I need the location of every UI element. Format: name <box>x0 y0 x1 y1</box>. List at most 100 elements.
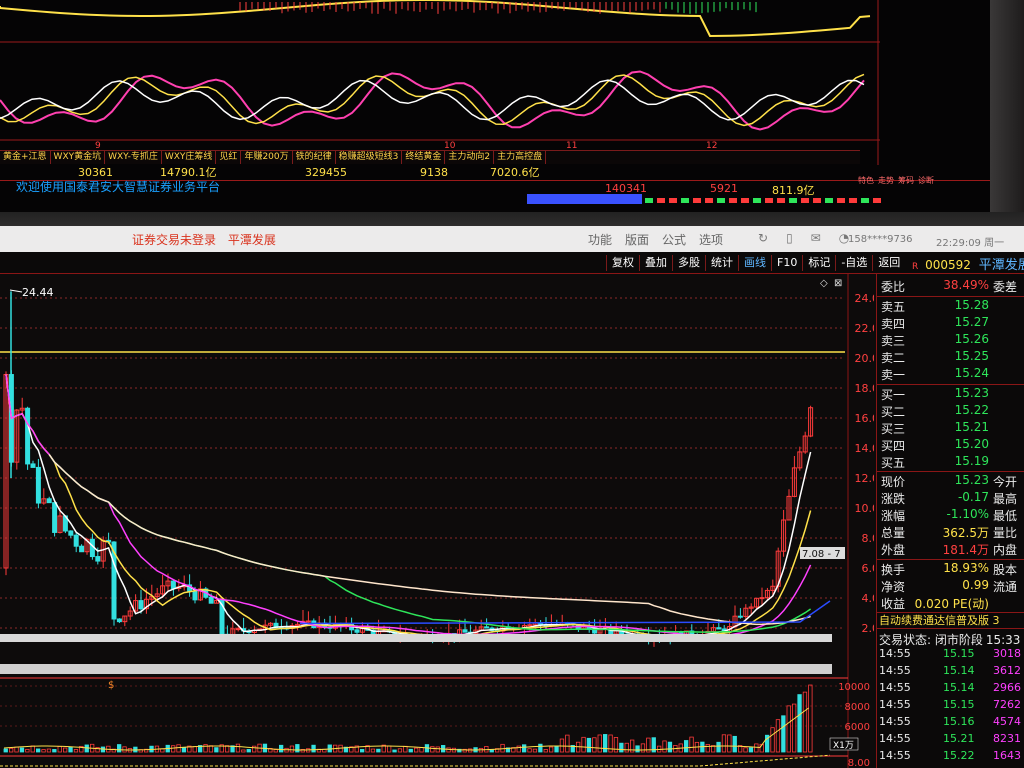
toolbar-button[interactable]: 画线 <box>738 255 771 271</box>
tick-row: 14:55 15.21 8231 <box>877 732 1024 749</box>
tick-volume: 1643 <box>993 749 1021 762</box>
indicator-tab[interactable]: WXY黄金坑 <box>51 151 106 164</box>
indicator-tab[interactable]: 主力高控盘 <box>494 151 547 164</box>
separator <box>877 471 1024 472</box>
toolbar-button[interactable]: 叠加 <box>639 255 672 271</box>
indicator-tab[interactable]: 黄金+江恩 <box>0 151 51 164</box>
candle-body <box>25 407 31 465</box>
volume-bar <box>430 746 435 753</box>
quote-value: 38.49% <box>943 278 989 292</box>
quote-value: 362.5万 <box>942 526 989 540</box>
toolbar-button[interactable]: 返回 <box>872 255 905 271</box>
indicator-tab[interactable]: 主力动向2 <box>445 151 495 164</box>
indicator-tab[interactable]: 铁的纪律 <box>293 151 336 164</box>
quote-row: 收益 0.020 PE(动) <box>877 595 1024 612</box>
volume-bar <box>522 744 527 753</box>
indicator-tab[interactable]: WXY-专抓庄 <box>105 151 162 164</box>
panel-divider <box>0 664 832 674</box>
candle-body <box>208 596 214 604</box>
toolbar-button[interactable]: 标记 <box>802 255 835 271</box>
quote-value: 15.22 <box>954 403 989 417</box>
tick-time: 14:55 <box>879 698 911 711</box>
mini-tab[interactable]: 筹码 <box>898 175 914 189</box>
volume-bar <box>19 747 25 753</box>
status-value: 30361 <box>78 166 113 179</box>
volume-bar <box>403 745 408 753</box>
tick-volume: 3612 <box>993 664 1021 677</box>
mini-tab[interactable]: 诊断 <box>918 175 934 189</box>
refresh-icon[interactable]: ↻ <box>758 231 768 245</box>
renewal-banner[interactable]: 自动续费通达信普及版 3 <box>877 612 1024 629</box>
menu-formula[interactable]: 公式 <box>662 231 686 248</box>
volume-bar <box>289 745 295 753</box>
volume-bar <box>624 742 629 753</box>
status-value: 14790.1亿 <box>160 166 217 179</box>
candle-body <box>170 580 176 589</box>
quote-row: 买四 15.20 <box>877 437 1024 454</box>
tick-row: 14:55 15.14 3612 <box>877 664 1024 681</box>
volume-bar <box>500 743 505 753</box>
indicator-tab[interactable]: 终结黄金 <box>402 151 446 164</box>
mini-bar <box>789 198 797 203</box>
mini-bar <box>837 198 845 203</box>
window-stock-name: 平潭发展 <box>227 233 276 247</box>
candle-body <box>30 463 36 468</box>
tick-row: 14:55 15.16 4574 <box>877 715 1024 732</box>
stock-code: 000592 <box>925 258 971 272</box>
quote-row: 买二 15.22 <box>877 403 1024 420</box>
quote-row: 换手 18.93% 股本 <box>877 561 1024 578</box>
quote-row: 卖五 15.28 <box>877 298 1024 315</box>
indicator-tab[interactable]: WXY庄筹线 <box>162 151 217 164</box>
phone-icon[interactable]: ▯ <box>786 231 793 245</box>
lower-axis-label: 8.00 <box>848 758 870 768</box>
mini-bar <box>825 198 833 203</box>
toolbar-button[interactable]: 复权 <box>606 255 639 271</box>
title-bar: 证券交易未登录 平潭发展 功能 版面 公式 选项 ↻ ▯ ✉ ◔ 158****… <box>0 226 1024 252</box>
mini-tab[interactable]: 特色 <box>858 175 874 189</box>
background-monitor: 9 10 11 12 黄金+江恩 WXY黄金坑 WXY-专抓庄 WXY庄筹线 见红 年赚200万… <box>0 0 990 212</box>
mini-bar <box>693 198 701 203</box>
toolbar-button[interactable]: -自选 <box>835 255 872 271</box>
volume-bar <box>46 748 52 753</box>
kline-chart-area[interactable]: 24.00 22.00 20.00 18.00 16.00 14.00 12.00 10.00… <box>0 274 874 768</box>
volume-bar <box>721 734 727 753</box>
toolbar-button[interactable]: F10 <box>771 255 802 271</box>
volume-bar <box>408 748 413 753</box>
kline-chart[interactable]: 24.00 22.00 20.00 18.00 16.00 14.00 12.00 10.00… <box>0 274 874 768</box>
volume-bar <box>370 748 376 753</box>
candle-body <box>737 615 743 618</box>
menu-function[interactable]: 功能 <box>588 231 612 248</box>
quote-label: 净资 <box>881 580 906 594</box>
mini-bar <box>645 198 653 203</box>
candle-body <box>35 466 41 504</box>
toolbar-button[interactable]: 多股 <box>672 255 705 271</box>
indicator-tab[interactable]: 年赚200万 <box>241 151 293 164</box>
volume-bar <box>14 746 19 753</box>
volume-bar <box>727 734 732 753</box>
ma120-line <box>48 454 811 626</box>
candle-body <box>716 627 722 630</box>
quote-right-label: 内盘 <box>993 543 1018 557</box>
mail-icon[interactable]: ✉ <box>811 231 821 245</box>
tick-row: 14:55 15.15 7262 <box>877 698 1024 715</box>
menu-layout[interactable]: 版面 <box>625 231 649 248</box>
volume-bar <box>376 748 381 753</box>
volume-bar <box>662 740 667 753</box>
candle-body <box>79 545 85 553</box>
price-axis-label: 2.00 <box>862 622 875 635</box>
volume-bar <box>667 741 673 753</box>
banner-text[interactable]: 自动续费通达信普及版 <box>879 614 989 627</box>
login-status[interactable]: 证券交易未登录 <box>132 233 216 247</box>
quote-row: 买三 15.21 <box>877 420 1024 437</box>
menu-options[interactable]: 选项 <box>699 231 723 248</box>
mini-tab[interactable]: 走势 <box>878 175 894 189</box>
monitor-gap <box>0 212 1024 226</box>
mini-bar <box>657 198 665 203</box>
volume-bar <box>754 743 759 753</box>
status-value: 329455 <box>305 166 347 179</box>
mini-bar <box>765 198 773 203</box>
candle-body <box>759 597 765 600</box>
indicator-tab[interactable]: 见红 <box>216 151 242 164</box>
indicator-tab[interactable]: 稳赚超级短线3 <box>336 151 403 164</box>
toolbar-button[interactable]: 统计 <box>705 255 738 271</box>
